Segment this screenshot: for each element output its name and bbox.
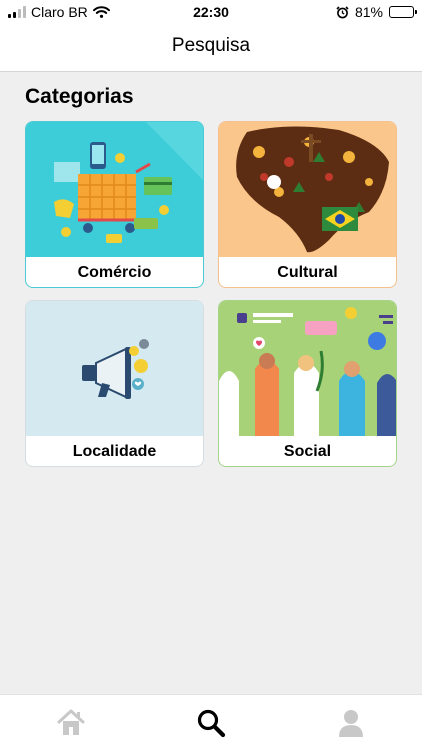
- tab-search[interactable]: [195, 707, 227, 739]
- page-title: Pesquisa: [171, 35, 251, 56]
- status-bar: Claro BR 22:30 81%: [0, 0, 422, 26]
- category-label: Comércio: [77, 264, 152, 281]
- megaphone-illustration: [26, 301, 203, 436]
- nav-bar: Pesquisa: [0, 26, 422, 72]
- tab-home[interactable]: [55, 707, 87, 739]
- category-label: Cultural: [277, 264, 338, 281]
- alarm-icon: [336, 5, 349, 18]
- category-card-cultural[interactable]: Cultural: [218, 121, 397, 288]
- social-illustration: [219, 301, 396, 436]
- brazil-culture-illustration: [219, 122, 396, 257]
- home-icon: [57, 709, 85, 735]
- search-icon: [197, 709, 226, 738]
- category-card-localidade[interactable]: Localidade: [25, 300, 204, 467]
- category-card-social[interactable]: Social: [218, 300, 397, 467]
- battery-percent: 81%: [354, 4, 383, 20]
- person-icon: [339, 710, 363, 737]
- section-title: Categorias: [25, 85, 134, 108]
- tab-bar: [0, 694, 422, 750]
- tab-profile[interactable]: [335, 707, 367, 739]
- battery-icon: [389, 6, 417, 18]
- status-right: 81%: [336, 4, 417, 20]
- category-label: Social: [283, 443, 332, 460]
- category-label: Localidade: [72, 443, 157, 460]
- commerce-illustration: [26, 122, 203, 257]
- category-card-comercio[interactable]: Comércio: [25, 121, 204, 288]
